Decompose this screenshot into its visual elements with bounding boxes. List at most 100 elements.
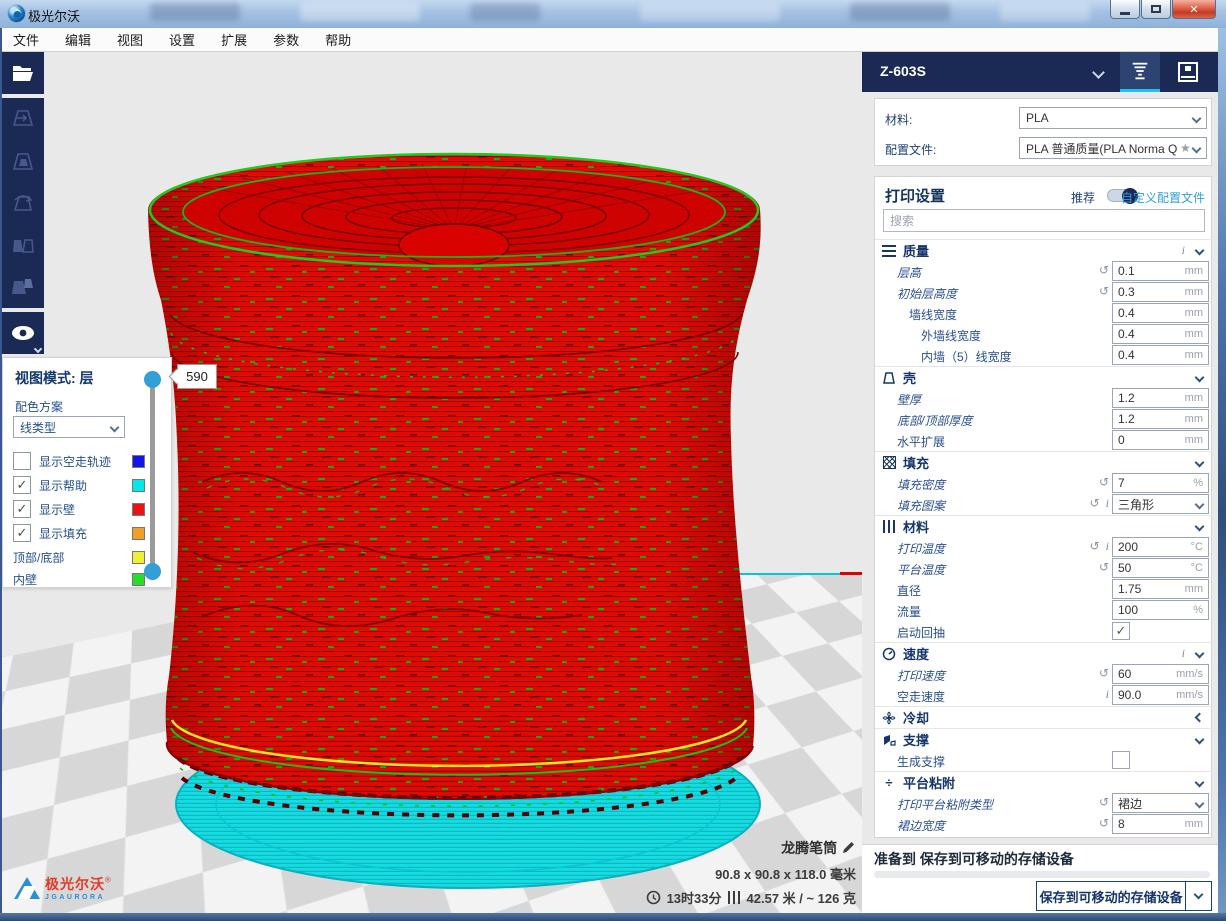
helpers-color-swatch <box>132 479 145 492</box>
color-scheme-select[interactable]: 线类型 <box>13 416 125 438</box>
infill-density-input[interactable]: 7% <box>1112 473 1209 493</box>
menu-view[interactable]: 视图 <box>104 27 156 52</box>
travel-speed-input[interactable]: 90.0mm/s <box>1112 685 1209 705</box>
tool-mirror-button[interactable] <box>2 224 44 266</box>
open-file-button[interactable] <box>2 52 44 94</box>
tool-sidebar <box>2 52 44 354</box>
tool-scale-button[interactable] <box>2 140 44 182</box>
info-icon[interactable]: i <box>1106 496 1109 511</box>
enable-retraction-checkbox[interactable]: ✓ <box>1112 622 1130 640</box>
revert-icon[interactable]: ↺ <box>1099 263 1109 277</box>
legend-row-innerwall: 内壁 <box>13 568 163 590</box>
horizontal-expansion-input[interactable]: 0mm <box>1112 430 1209 450</box>
show-shell-checkbox[interactable]: ✓ <box>13 500 31 518</box>
revert-icon[interactable]: ↺ <box>1099 816 1109 830</box>
tool-rotate-button[interactable] <box>2 182 44 224</box>
menu-extensions[interactable]: 扩展 <box>208 27 260 52</box>
setting-row-print-temperature: 打印温度 ↺i 200°C <box>875 537 1213 558</box>
diameter-input[interactable]: 1.75mm <box>1112 579 1209 599</box>
revert-icon[interactable]: ↺ <box>1099 284 1109 298</box>
brand-name: 极光尔沃 <box>45 876 105 892</box>
section-infill[interactable]: 填充 <box>875 451 1213 473</box>
setting-row-adhesion-type: 打印平台粘附类型 ↺ 裙边 <box>875 793 1213 814</box>
section-speed[interactable]: 速度 i <box>875 642 1213 664</box>
outer-wall-width-input[interactable]: 0.4mm <box>1112 324 1209 344</box>
tool-move-button[interactable] <box>2 98 44 140</box>
setting-row-travel-speed: 空走速度 i 90.0mm/s <box>875 685 1213 706</box>
section-adhesion[interactable]: ÷ 平台粘附 <box>875 771 1213 793</box>
tool-per-model-button[interactable] <box>2 266 44 308</box>
menu-parameters[interactable]: 参数 <box>260 27 312 52</box>
material-select[interactable]: PLA <box>1019 107 1207 129</box>
maximize-button[interactable] <box>1141 0 1171 19</box>
show-infill-checkbox[interactable]: ✓ <box>13 524 31 542</box>
rename-pencil-icon[interactable] <box>841 840 856 855</box>
section-quality[interactable]: 质量 i <box>875 239 1213 261</box>
save-to-removable-button[interactable]: 保存到可移动的存储设备 <box>1036 881 1212 911</box>
section-cooling[interactable]: 冷却 <box>875 706 1213 728</box>
wall-thickness-input[interactable]: 1.2mm <box>1112 388 1209 408</box>
chevron-down-icon <box>1195 649 1205 659</box>
settings-search-input[interactable] <box>883 209 1205 232</box>
close-button[interactable]: ✕ <box>1172 0 1216 19</box>
generate-support-checkbox[interactable] <box>1112 751 1130 769</box>
setting-row-topbottom-thickness: 底部/顶部厚度 1.2mm <box>875 409 1213 430</box>
tab-printer-monitor[interactable] <box>1168 52 1208 92</box>
revert-icon[interactable]: ↺ <box>1099 475 1109 489</box>
chevron-down-icon <box>110 422 120 432</box>
layer-slider-top-handle[interactable] <box>144 371 161 388</box>
print-speed-input[interactable]: 60mm/s <box>1112 664 1209 684</box>
chevron-down-icon <box>1195 798 1205 808</box>
chevron-down-icon <box>1194 890 1204 900</box>
revert-icon[interactable]: ↺ <box>1099 666 1109 680</box>
view-mode-button[interactable] <box>2 312 44 354</box>
adhesion-icon: ÷ <box>885 776 892 789</box>
innerwall-color-swatch <box>132 573 145 586</box>
info-icon[interactable]: i <box>1106 687 1109 702</box>
layer-height-input[interactable]: 0.1mm <box>1112 261 1209 281</box>
revert-icon[interactable]: ↺ <box>1090 539 1100 554</box>
menu-file[interactable]: 文件 <box>0 27 52 52</box>
custom-profile-link[interactable]: 自定义配置文件 <box>1121 189 1205 206</box>
tool-mirror-icon <box>10 232 36 258</box>
minimize-button[interactable] <box>1110 0 1140 19</box>
color-scheme-label: 配色方案 <box>15 398 63 415</box>
initial-layer-height-input[interactable]: 0.3mm <box>1112 282 1209 302</box>
revert-icon[interactable]: ↺ <box>1090 496 1100 511</box>
inner-wall-width-input[interactable]: 0.4mm <box>1112 345 1209 365</box>
menu-settings[interactable]: 设置 <box>156 27 208 52</box>
section-support[interactable]: 支撑 <box>875 728 1213 750</box>
save-options-dropdown[interactable] <box>1185 882 1211 910</box>
revert-icon[interactable]: ↺ <box>1099 560 1109 574</box>
wall-line-width-input[interactable]: 0.4mm <box>1112 303 1209 323</box>
show-travels-checkbox[interactable] <box>13 452 31 470</box>
menu-help[interactable]: 帮助 <box>312 27 364 52</box>
revert-icon[interactable]: ↺ <box>1099 795 1109 809</box>
menu-edit[interactable]: 编辑 <box>52 27 104 52</box>
layer-slider-bottom-handle[interactable] <box>144 563 161 580</box>
legend-row-topbottom: 顶部/底部 <box>13 546 163 568</box>
machine-name[interactable]: Z-603S <box>880 63 926 79</box>
layer-slider-track[interactable] <box>150 386 155 571</box>
bed-temperature-input[interactable]: 50°C <box>1112 558 1209 578</box>
topbottom-thickness-input[interactable]: 1.2mm <box>1112 409 1209 429</box>
skirt-width-input[interactable]: 8mm <box>1112 814 1209 834</box>
setting-row-initial-layer-height: 初始层高度 ↺ 0.3mm <box>875 282 1213 303</box>
profile-select[interactable]: PLA 普通质量(PLA Norma Qua ★ <box>1019 137 1207 159</box>
setting-row-layer-height: 层高 ↺ 0.1mm <box>875 261 1213 282</box>
print-temperature-input[interactable]: 200°C <box>1112 537 1209 557</box>
support-icon <box>882 733 896 747</box>
section-shell[interactable]: 壳 <box>875 366 1213 388</box>
aero-blur-artifact <box>470 3 540 21</box>
tab-layer-view[interactable] <box>1120 52 1160 92</box>
infill-pattern-select[interactable]: 三角形 <box>1112 494 1209 514</box>
show-helpers-checkbox[interactable]: ✓ <box>13 476 31 494</box>
material-label: 材料: <box>885 111 912 128</box>
chevron-down-icon[interactable] <box>1092 66 1105 79</box>
info-icon[interactable]: i <box>1106 539 1109 554</box>
chevron-down-icon <box>1192 143 1202 153</box>
flow-input[interactable]: 100% <box>1112 600 1209 620</box>
chevron-down-icon <box>1195 499 1205 509</box>
section-material[interactable]: 材料 <box>875 515 1213 537</box>
adhesion-type-select[interactable]: 裙边 <box>1112 793 1209 813</box>
